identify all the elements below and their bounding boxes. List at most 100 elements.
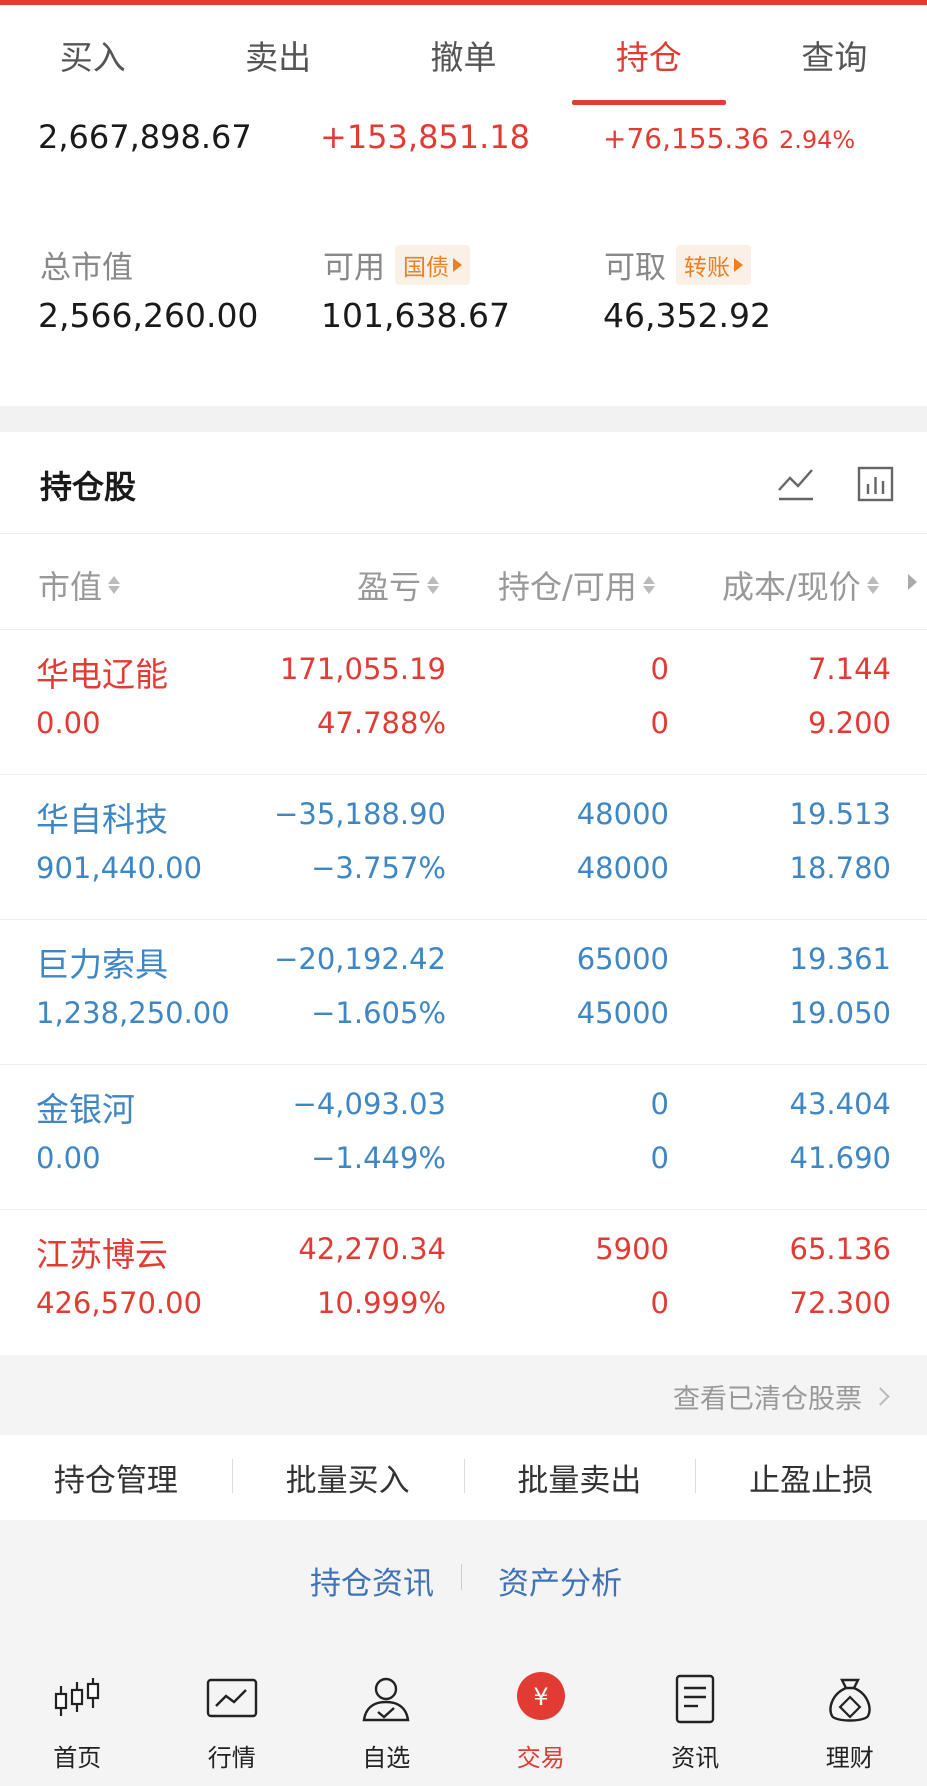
stock-position: 48000 [576, 797, 669, 831]
stock-pl: 171,055.19 [279, 652, 446, 686]
stock-price: 18.780 [789, 851, 891, 885]
stock-price: 19.050 [789, 996, 891, 1030]
transfer-pill-button[interactable]: 转账 [676, 244, 751, 285]
nav-news-label: 资讯 [671, 1744, 720, 1772]
stock-market-value: 901,440.00 [36, 851, 203, 885]
bond-pill-button[interactable]: 国债 [395, 244, 470, 285]
stock-position: 0 [650, 652, 669, 686]
bottom-nav: 首页 行情 自选 ¥ 交易 资讯 理财 [0, 1650, 927, 1786]
trade-tabs: 买入 卖出 撤单 持仓 查询 [0, 5, 927, 105]
holding-row[interactable]: 江苏博云 426,570.00 42,270.34 10.999% 5900 0… [0, 1210, 927, 1355]
user-check-icon [362, 1677, 410, 1722]
holdings-list: 华电辽能 0.00 171,055.19 47.788% 0 0 7.144 9… [0, 630, 927, 1355]
market-value: 2,566,260.00 [38, 296, 259, 335]
total-assets: 2,667,898.67 [38, 118, 252, 156]
nav-watchlist[interactable]: 自选 [309, 1650, 464, 1786]
yen-icon: ¥ [516, 1672, 565, 1720]
stock-position: 0 [650, 1087, 669, 1121]
candlestick-icon [55, 1678, 100, 1716]
sort-icon [642, 576, 655, 594]
tab-sell[interactable]: 卖出 [185, 5, 370, 105]
holding-row[interactable]: 巨力索具 1,238,250.00 −20,192.42 −1.605% 650… [0, 920, 927, 1065]
cleared-stocks-link[interactable]: 查看已清仓股票 [673, 1377, 890, 1416]
stock-pl-pct: −3.757% [311, 851, 446, 885]
position-news-link[interactable]: 持仓资讯 [310, 1558, 434, 1603]
sort-icon [866, 576, 879, 594]
nav-finance[interactable]: 理财 [773, 1650, 927, 1786]
stock-cost: 43.404 [789, 1087, 891, 1121]
available-label: 可用 国债 [323, 242, 470, 287]
market-value-label: 总市值 [40, 242, 133, 287]
svg-text:¥: ¥ [533, 1683, 548, 1711]
available-label-text: 可用 [323, 250, 385, 286]
bar-chart-icon[interactable] [856, 464, 896, 504]
scroll-right-icon[interactable] [908, 574, 917, 590]
link-divider [461, 1564, 462, 1590]
stock-market-value: 0.00 [36, 706, 101, 740]
stock-position: 65000 [576, 942, 669, 976]
tab-positions[interactable]: 持仓 [556, 5, 741, 105]
stock-pl-pct: 47.788% [316, 706, 446, 740]
transfer-pill-label: 转账 [684, 254, 730, 281]
column-position[interactable]: 持仓/可用 [498, 562, 655, 608]
tab-buy[interactable]: 买入 [0, 5, 185, 105]
position-actions: 持仓管理 批量买入 批量卖出 止盈止损 [0, 1435, 927, 1520]
bond-pill-label: 国债 [403, 254, 449, 281]
available-value: 101,638.67 [321, 296, 510, 335]
position-manage-button[interactable]: 持仓管理 [0, 1455, 232, 1500]
column-market-value-label: 市值 [38, 568, 103, 606]
column-cost-price[interactable]: 成本/现价 [722, 562, 879, 608]
arrow-right-icon [453, 257, 462, 272]
stock-available: 0 [650, 1286, 669, 1320]
nav-market[interactable]: 行情 [155, 1650, 310, 1786]
column-market-value[interactable]: 市值 [38, 562, 121, 608]
withdrawable-label-text: 可取 [604, 250, 666, 286]
batch-buy-button[interactable]: 批量买入 [231, 1455, 464, 1500]
nav-home[interactable]: 首页 [0, 1650, 155, 1786]
asset-analysis-link[interactable]: 资产分析 [498, 1558, 622, 1603]
stock-pl-pct: 10.999% [316, 1286, 446, 1320]
column-pl[interactable]: 盈亏 [357, 562, 440, 608]
stock-pl-pct: −1.605% [311, 996, 446, 1030]
document-icon [676, 1674, 715, 1724]
stock-price: 41.690 [789, 1141, 891, 1175]
sort-icon [427, 576, 440, 594]
stock-pl-pct: −1.449% [311, 1141, 446, 1175]
summary-top-row: 2,667,898.67 +153,851.18 +76,155.36 2.94% [0, 118, 927, 168]
money-bag-icon [829, 1678, 871, 1722]
floating-pl: +153,851.18 [320, 118, 531, 156]
tab-query[interactable]: 查询 [742, 5, 927, 105]
withdrawable-value: 46,352.92 [603, 296, 771, 335]
withdrawable-label: 可取 转账 [604, 242, 751, 287]
nav-home-label: 首页 [53, 1744, 102, 1772]
holding-row[interactable]: 金银河 0.00 −4,093.03 −1.449% 0 0 43.404 41… [0, 1065, 927, 1210]
nav-news[interactable]: 资讯 [618, 1650, 773, 1786]
line-chart-icon[interactable] [776, 464, 816, 504]
stock-cost: 65.136 [789, 1232, 891, 1266]
holdings-header: 持仓股 [0, 432, 927, 534]
batch-sell-button[interactable]: 批量卖出 [463, 1455, 696, 1500]
nav-trade[interactable]: ¥ 交易 [464, 1650, 619, 1786]
holding-row[interactable]: 华电辽能 0.00 171,055.19 47.788% 0 0 7.144 9… [0, 630, 927, 775]
stock-name: 巨力索具 [36, 945, 168, 984]
cleared-stocks-label: 查看已清仓股票 [673, 1384, 862, 1415]
nav-trade-label: 交易 [516, 1744, 565, 1772]
nav-finance-label: 理财 [825, 1744, 874, 1772]
stock-pl: 42,270.34 [298, 1232, 446, 1266]
stop-profit-loss-button[interactable]: 止盈止损 [695, 1455, 927, 1500]
stock-name: 金银河 [36, 1090, 135, 1129]
holding-row[interactable]: 华自科技 901,440.00 −35,188.90 −3.757% 48000… [0, 775, 927, 920]
column-pl-label: 盈亏 [357, 568, 422, 606]
chevron-right-icon [871, 1387, 890, 1406]
stock-name: 江苏博云 [36, 1235, 168, 1274]
stock-pl: −20,192.42 [274, 942, 446, 976]
holdings-title: 持仓股 [40, 468, 137, 506]
section-divider [0, 406, 927, 432]
today-pl: +76,155.36 2.94% [603, 122, 855, 155]
stock-position: 5900 [595, 1232, 669, 1266]
tab-cancel[interactable]: 撤单 [371, 5, 556, 105]
holdings-column-header: 市值 盈亏 持仓/可用 成本/现价 [0, 534, 927, 630]
today-pl-value: +76,155.36 [603, 122, 769, 155]
stock-pl: −35,188.90 [274, 797, 446, 831]
stock-name: 华自科技 [36, 800, 168, 839]
